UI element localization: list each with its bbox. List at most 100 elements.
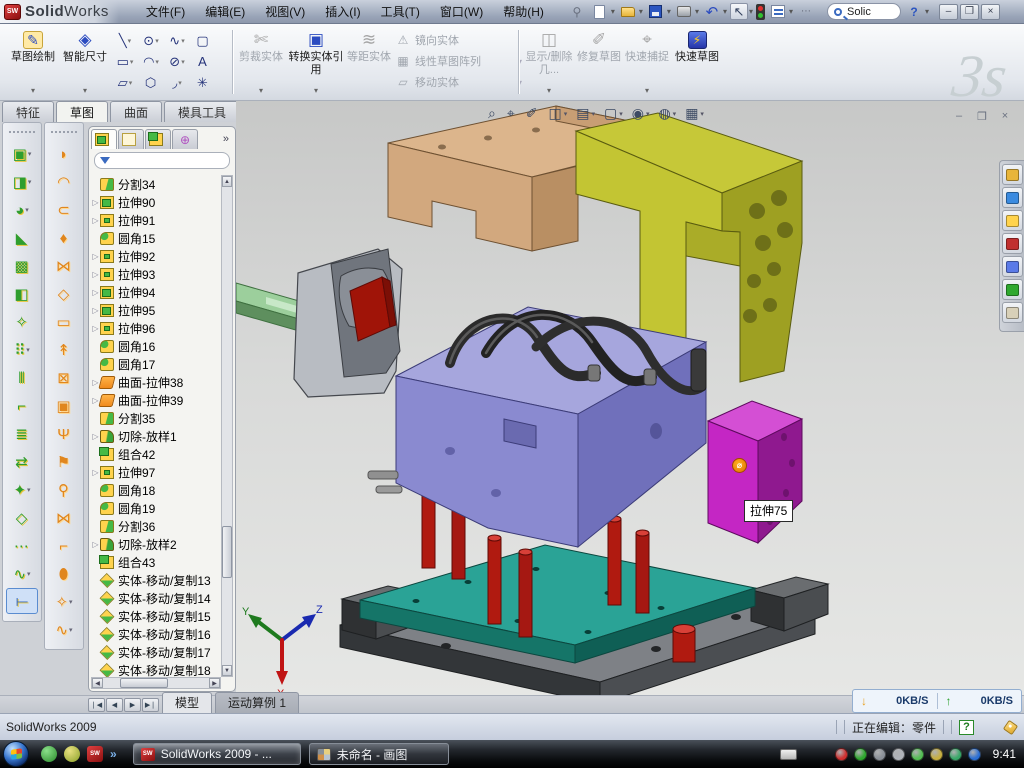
tray-icon[interactable] [930,748,943,761]
minimize-button[interactable]: – [939,4,958,20]
task-pane-button[interactable] [1002,302,1023,323]
feature-tree-item[interactable]: 圆角18 [91,481,221,499]
headsup-icon[interactable]: ⌖ [507,105,517,122]
convert-entities-button[interactable]: ▣ 转换实体引用 ▾ [288,27,344,97]
sketch-entity-icon[interactable]: ⊘▾ [164,51,190,72]
close-button[interactable]: × [981,4,1000,20]
tool-button[interactable]: ▣ [45,392,83,420]
tab-scroll-button[interactable]: ▶❘ [142,698,159,712]
feature-tree-item[interactable]: ▷ 切除-放样2 [91,535,221,553]
study-tab[interactable]: 运动算例 1 [215,692,299,713]
restore-button[interactable]: ❐ [960,4,979,20]
tray-icon[interactable] [911,748,924,761]
menu-item[interactable]: 视图(V) [256,0,314,23]
tool-button[interactable]: ⋈ [45,252,83,280]
feature-tree-item[interactable]: 分割36 [91,517,221,535]
propertymanager-tab[interactable] [118,129,144,149]
sketch-entity-icon[interactable]: ✳ [190,72,216,93]
featuremanager-tab[interactable] [91,129,117,149]
repair-sketch-button[interactable]: ✐ 修复草图 [576,27,622,97]
tool-button[interactable]: ⋈ [45,504,83,532]
feature-tree-item[interactable]: ▷ 拉伸92 [91,247,221,265]
task-pane-button[interactable] [1002,210,1023,231]
menu-item[interactable]: 工具(T) [372,0,429,23]
save-icon[interactable] [646,3,666,21]
tool-button[interactable]: ⇄ [3,448,41,476]
graphics-viewport[interactable]: Y Z X ⌕⌖✐◫▾▤▾▢▾◉▾◍▾▦▾ – ❐ × [236,101,1024,695]
status-help-icon[interactable]: ? [959,720,974,735]
tray-icon[interactable] [873,748,886,761]
undo-icon[interactable]: ↶ [702,3,722,21]
doc-restore-button[interactable]: ❐ [973,109,991,123]
headsup-icon[interactable]: ◫▾ [548,105,567,122]
task-pane-button[interactable] [1002,256,1023,277]
feature-tree-item[interactable]: ▷ 曲面-拉伸38 [91,373,221,391]
messenger-icon[interactable] [41,746,57,762]
tool-button[interactable]: ▭ [45,308,83,336]
menu-item[interactable]: 编辑(E) [196,0,254,23]
select-tool-icon[interactable]: ↖ [730,3,748,20]
tree-filter-input[interactable] [94,152,230,169]
sketch-entity-icon[interactable]: ╲▾ [112,30,138,51]
trim-entities-button[interactable]: ✄ 剪裁实体 ▾ [238,27,284,97]
quick-snaps-button[interactable]: ⌖ 快速捕捉 ▾ [624,27,670,97]
tool-button[interactable]: ⬮ [45,560,83,588]
open-document-icon[interactable] [618,3,638,21]
sketch-entity-icon[interactable]: ◞▾ [164,72,190,93]
sketch-entity-icon[interactable]: ⊙▾ [138,30,164,51]
headsup-icon[interactable]: ✐ [526,105,540,122]
rebuild-icon[interactable] [756,4,765,20]
tool-button[interactable]: ◗ [45,140,83,168]
tray-icon[interactable] [949,748,962,761]
taskbar-window-paint[interactable]: 未命名 - 画图 [309,743,449,765]
tray-icon[interactable] [968,748,981,761]
feature-tree-item[interactable]: 组合42 [91,445,221,463]
feature-tree-item[interactable]: ▷ 切除-放样1 [91,427,221,445]
tool-button[interactable]: ⌐ [3,392,41,420]
menu-item[interactable]: 文件(F) [137,0,194,23]
fm-tabs-overflow[interactable]: » [223,133,233,145]
sketch-button[interactable]: ✎ 草图绘制 ▾ [6,27,60,97]
sketch-entity-icon[interactable]: ⬡ [138,72,164,93]
tool-button[interactable]: ⚲ [45,476,83,504]
model-base-step-right[interactable] [751,577,828,631]
task-pane-button[interactable] [1002,187,1023,208]
tool-button[interactable]: ⊠ [45,364,83,392]
tool-button[interactable]: ↟ [45,336,83,364]
pin-icon[interactable]: ⚲ [567,3,587,21]
rapid-sketch-button[interactable]: ⚡ 快速草图 [672,27,722,97]
search-icon[interactable] [834,8,842,16]
dimxpertmanager-tab[interactable]: ⊕ [172,129,198,149]
feature-tree-item[interactable]: 实体-移动/复制18 [91,661,221,677]
feature-tree-item[interactable]: 实体-移动/复制17 [91,643,221,661]
tool-button[interactable]: ∿▾ [45,616,83,644]
headsup-icon[interactable]: ⌕ [488,105,498,122]
feature-tree-item[interactable]: ▷ 拉伸95 [91,301,221,319]
feature-tree-item[interactable]: ▷ 拉伸93 [91,265,221,283]
tool-button[interactable]: ▩ [3,252,41,280]
task-pane-button[interactable] [1002,164,1023,185]
doc-minimize-button[interactable]: – [950,109,968,123]
sketch-entity-icon[interactable]: A [190,51,216,72]
tool-button[interactable]: ♦ [45,224,83,252]
model-3d-view[interactable]: Y Z X [236,101,1024,695]
tab-scroll-button[interactable]: ❘◀ [88,698,105,712]
search-input[interactable] [845,5,891,19]
configurationmanager-tab[interactable] [145,129,171,149]
tool-button[interactable]: ◠ [45,168,83,196]
start-button[interactable] [3,741,29,767]
sketch-entity-icon[interactable]: ▱▾ [112,72,138,93]
sketch-entity-icon[interactable]: ◠▾ [138,51,164,72]
help-icon[interactable]: ? [904,3,924,21]
sketch-entity-icon[interactable]: ▭▾ [112,51,138,72]
ribbon-tab[interactable]: 模具工具 [164,101,240,124]
task-pane-button[interactable] [1002,279,1023,300]
feature-tree-item[interactable]: 圆角16 [91,337,221,355]
smart-dimension-button[interactable]: ◈ 智能尺寸 ▾ [60,27,110,97]
headsup-icon[interactable]: ▦▾ [685,105,704,122]
tool-button[interactable]: ⋯ [3,532,41,560]
feature-tree-item[interactable]: 实体-移动/复制15 [91,607,221,625]
feature-tree-item[interactable]: ▷ 拉伸94 [91,283,221,301]
tool-button[interactable]: ⌐ [45,532,83,560]
feature-tree-item[interactable]: ▷ 拉伸90 [91,193,221,211]
